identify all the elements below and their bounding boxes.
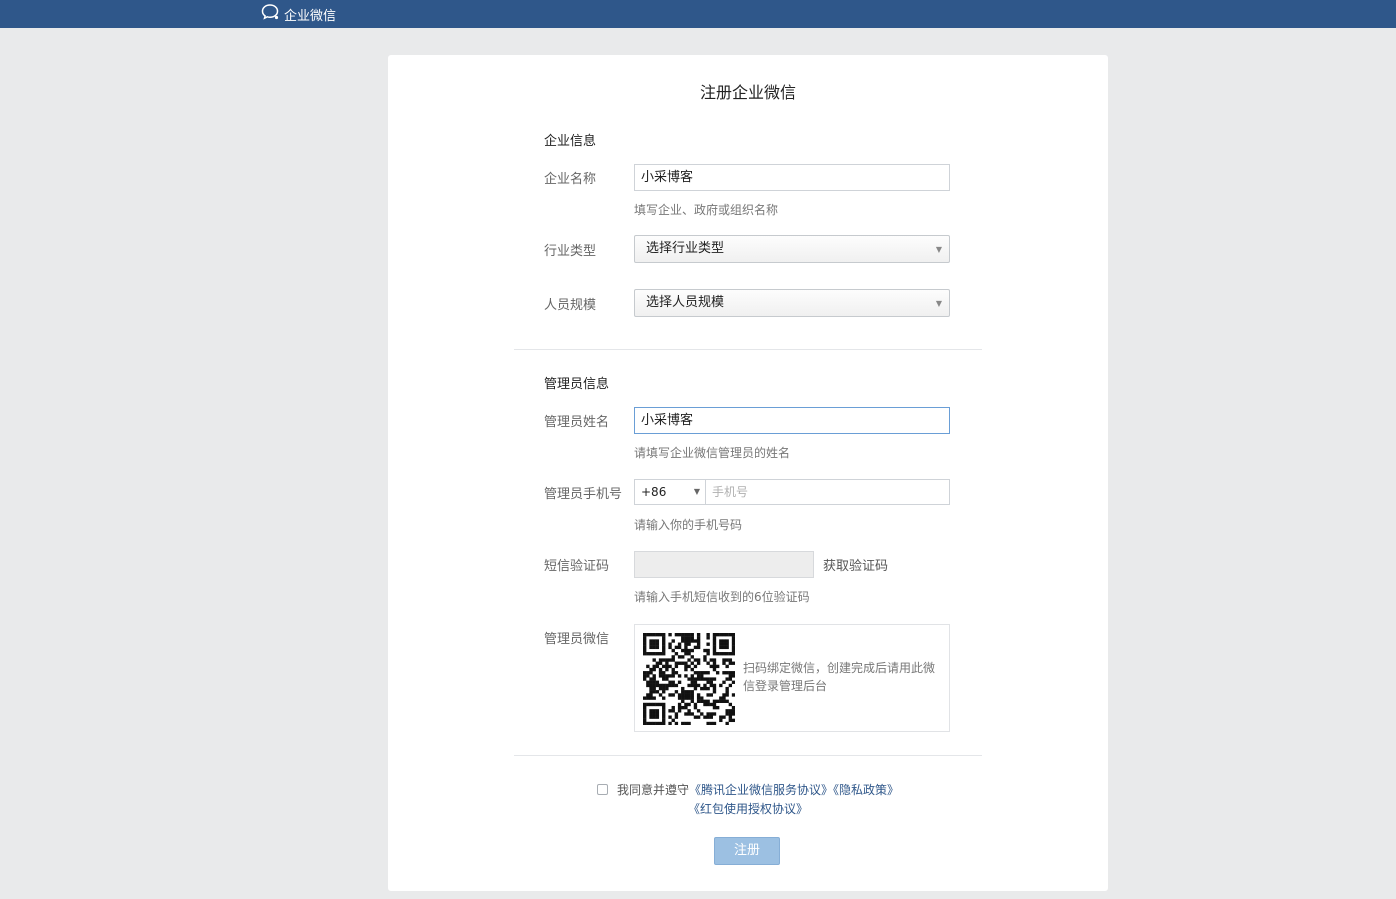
admin-name-input[interactable]: 小采博客: [634, 407, 950, 434]
brand[interactable]: 企业微信: [261, 4, 336, 24]
top-bar: 企业微信: [0, 0, 1396, 28]
chat-bubble-icon: [261, 3, 284, 25]
agree-checkbox[interactable]: [596, 784, 608, 795]
chevron-down-icon: ▼: [693, 487, 700, 496]
service-agreement-link[interactable]: 《腾讯企业微信服务协议》: [689, 783, 833, 797]
agreement-prefix: 我同意并遵守: [616, 783, 689, 797]
qr-code: [643, 633, 736, 726]
sms-code-input[interactable]: [634, 551, 814, 578]
wechat-qr-panel: 扫码绑定微信，创建完成后请用此微信登录管理后台: [634, 624, 950, 732]
agreement-line: 我同意并遵守《腾讯企业微信服务协议》《隐私政策》: [388, 781, 1108, 798]
qr-instruction: 扫码绑定微信，创建完成后请用此微信登录管理后台: [743, 661, 936, 693]
company-name-input[interactable]: 小采博客: [634, 164, 950, 191]
register-card: 注册企业微信 企业信息 企业名称 小采博客 填写企业、政府或组织名称 行业类型 …: [388, 55, 1108, 891]
company-size-select-value: 选择人员规模: [646, 295, 725, 310]
company-name-label: 企业名称: [544, 172, 597, 187]
company-name-hint: 填写企业、政府或组织名称: [634, 203, 779, 217]
admin-name-hint: 请填写企业微信管理员的姓名: [634, 446, 791, 460]
company-size-select[interactable]: 选择人员规模 ▼: [634, 289, 950, 317]
admin-name-label: 管理员姓名: [544, 415, 610, 430]
country-code-value: +86: [641, 485, 667, 499]
phone-hint: 请输入你的手机号码: [634, 518, 743, 532]
industry-select[interactable]: 选择行业类型 ▼: [634, 235, 950, 263]
country-code-select[interactable]: +86 ▼: [634, 479, 706, 505]
agreement-line-2: 《红包使用授权协议》: [388, 800, 1108, 817]
brand-name: 企业微信: [284, 8, 337, 24]
chevron-down-icon: ▼: [935, 245, 942, 254]
industry-label: 行业类型: [544, 244, 597, 259]
privacy-policy-link[interactable]: 《隐私政策》: [833, 783, 899, 797]
admin-phone-label: 管理员手机号: [544, 487, 623, 502]
register-button[interactable]: 注册: [714, 837, 780, 865]
admin-section-title: 管理员信息: [544, 377, 610, 392]
industry-select-value: 选择行业类型: [646, 241, 725, 256]
redpacket-agreement-link[interactable]: 《红包使用授权协议》: [688, 802, 808, 816]
sms-code-label: 短信验证码: [544, 559, 610, 574]
company-size-label: 人员规模: [544, 298, 597, 313]
phone-input[interactable]: 手机号: [705, 479, 950, 505]
section-divider: [514, 349, 982, 350]
section-divider: [514, 755, 982, 756]
page-title: 注册企业微信: [699, 83, 796, 102]
sms-code-hint: 请输入手机短信收到的6位验证码: [634, 590, 810, 604]
admin-wechat-label: 管理员微信: [544, 632, 610, 647]
get-sms-code-button[interactable]: 获取验证码: [823, 555, 888, 574]
company-section-title: 企业信息: [544, 134, 597, 149]
chevron-down-icon: ▼: [935, 299, 942, 308]
